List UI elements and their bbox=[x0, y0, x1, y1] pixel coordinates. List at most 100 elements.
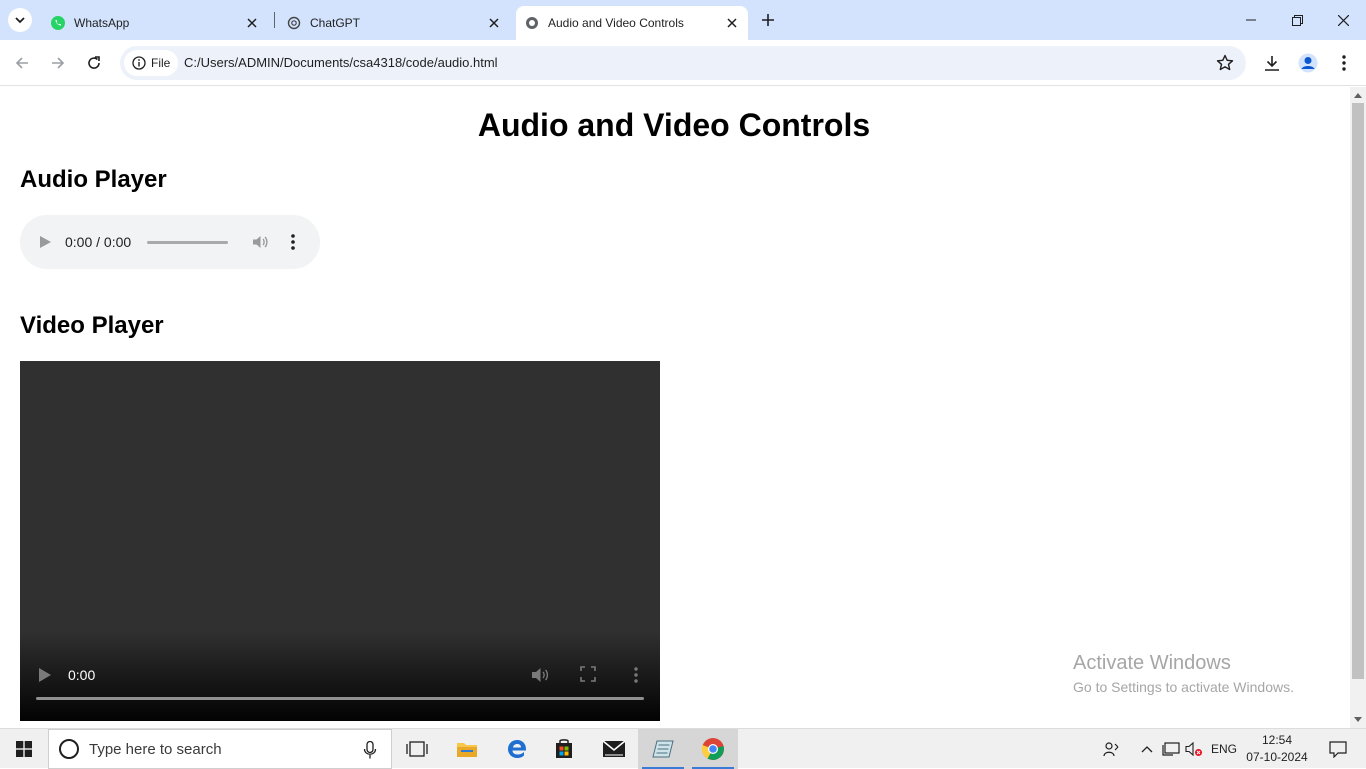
forward-button[interactable] bbox=[44, 49, 72, 77]
fullscreen-icon[interactable] bbox=[580, 666, 596, 682]
download-icon bbox=[1265, 56, 1279, 71]
minimize-button[interactable] bbox=[1228, 0, 1274, 40]
tab-chatgpt[interactable]: ChatGPT bbox=[278, 6, 510, 40]
windows-taskbar: Type here to search ENG 12:54 07-10-2024 bbox=[0, 728, 1366, 769]
watermark-title: Activate Windows bbox=[1073, 652, 1231, 674]
url-text[interactable]: C:/Users/ADMIN/Documents/csa4318/code/au… bbox=[184, 55, 498, 70]
scroll-up-button[interactable] bbox=[1350, 87, 1366, 103]
task-view-button[interactable] bbox=[392, 729, 442, 769]
task-view-icon bbox=[406, 741, 428, 757]
new-tab-button[interactable] bbox=[756, 8, 780, 32]
clock[interactable]: 12:54 07-10-2024 bbox=[1244, 732, 1310, 766]
microphone-icon[interactable] bbox=[363, 741, 377, 759]
edge-icon bbox=[508, 740, 527, 758]
clock-time: 12:54 bbox=[1261, 733, 1293, 747]
chrome-button[interactable] bbox=[688, 729, 738, 769]
tab-audio-video-controls[interactable]: Audio and Video Controls bbox=[516, 6, 748, 40]
plus-icon bbox=[762, 14, 774, 26]
mail-button[interactable] bbox=[589, 729, 639, 769]
people-button[interactable] bbox=[1100, 729, 1122, 769]
chevron-down-icon bbox=[15, 17, 25, 24]
audio-time: 0:00 / 0:00 bbox=[65, 234, 132, 250]
play-icon[interactable] bbox=[38, 667, 52, 683]
taskbar-search[interactable]: Type here to search bbox=[48, 729, 392, 769]
notification-icon bbox=[1329, 741, 1347, 758]
start-button[interactable] bbox=[0, 729, 48, 769]
network-button[interactable] bbox=[1160, 729, 1182, 769]
file-explorer-icon bbox=[457, 743, 477, 757]
watermark-subtitle: Go to Settings to activate Windows. bbox=[1073, 679, 1294, 695]
people-icon bbox=[1103, 742, 1119, 757]
restore-button[interactable] bbox=[1274, 0, 1320, 40]
tab-strip: WhatsApp ChatGPT Audio and Video Control… bbox=[0, 0, 1366, 40]
close-icon[interactable] bbox=[486, 15, 502, 31]
download-button[interactable] bbox=[1260, 51, 1284, 75]
restore-icon bbox=[1291, 14, 1303, 26]
notepad-button[interactable] bbox=[638, 729, 688, 769]
more-vertical-icon[interactable] bbox=[634, 667, 638, 683]
caret-down-icon bbox=[1354, 717, 1362, 722]
close-icon bbox=[1337, 14, 1349, 26]
tab-whatsapp[interactable]: WhatsApp bbox=[40, 6, 268, 40]
volume-tray-button[interactable] bbox=[1184, 729, 1204, 769]
browser-toolbar: File C:/Users/ADMIN/Documents/csa4318/co… bbox=[0, 40, 1366, 86]
arrow-left-icon bbox=[15, 57, 28, 69]
address-bar[interactable]: File C:/Users/ADMIN/Documents/csa4318/co… bbox=[120, 46, 1246, 80]
close-window-button[interactable] bbox=[1320, 0, 1366, 40]
page-content: Audio and Video Controls Audio Player 0:… bbox=[0, 87, 1350, 728]
search-placeholder: Type here to search bbox=[89, 740, 222, 758]
notepad-icon bbox=[652, 740, 674, 758]
video-time: 0:00 bbox=[68, 667, 96, 683]
tab-search-button[interactable] bbox=[8, 8, 32, 32]
scrollbar-thumb[interactable] bbox=[1352, 103, 1364, 679]
close-icon[interactable] bbox=[724, 15, 740, 31]
audio-progress-bar[interactable] bbox=[147, 240, 229, 244]
more-vertical-icon[interactable] bbox=[291, 234, 295, 250]
store-button[interactable] bbox=[539, 729, 589, 769]
clock-date: 07-10-2024 bbox=[1246, 750, 1308, 764]
file-explorer-button[interactable] bbox=[442, 729, 492, 769]
menu-button[interactable] bbox=[1332, 51, 1356, 75]
tab-title: ChatGPT bbox=[310, 16, 361, 30]
back-button[interactable] bbox=[8, 49, 36, 77]
network-icon bbox=[1162, 742, 1180, 756]
whatsapp-icon bbox=[50, 15, 66, 31]
profile-avatar-icon bbox=[1298, 53, 1318, 73]
show-hidden-icons-button[interactable] bbox=[1138, 729, 1156, 769]
page-title: Audio and Video Controls bbox=[477, 107, 871, 143]
volume-muted-icon bbox=[1185, 741, 1202, 757]
notifications-button[interactable] bbox=[1318, 729, 1358, 769]
windows-logo-icon bbox=[16, 741, 32, 757]
store-icon bbox=[556, 739, 572, 758]
arrow-right-icon bbox=[52, 57, 65, 69]
more-vertical-icon bbox=[1342, 55, 1346, 71]
tab-title: Audio and Video Controls bbox=[548, 16, 684, 30]
info-icon bbox=[132, 56, 146, 70]
video-progress-bar[interactable] bbox=[36, 697, 644, 700]
activate-windows-watermark: Activate Windows Go to Settings to activ… bbox=[1073, 652, 1294, 695]
chevron-up-icon bbox=[1141, 746, 1153, 753]
scroll-down-button[interactable] bbox=[1350, 712, 1366, 728]
audio-player[interactable]: 0:00 / 0:00 bbox=[20, 215, 320, 269]
chrome-icon bbox=[701, 738, 724, 760]
star-icon[interactable] bbox=[1216, 54, 1234, 72]
mail-icon bbox=[602, 740, 626, 757]
profile-button[interactable] bbox=[1296, 51, 1320, 75]
chip-label: File bbox=[151, 56, 171, 70]
video-player[interactable]: 0:00 bbox=[20, 361, 660, 721]
reload-button[interactable] bbox=[80, 49, 108, 77]
reload-icon bbox=[88, 56, 100, 69]
edge-button[interactable] bbox=[492, 729, 542, 769]
globe-icon bbox=[524, 15, 540, 31]
tab-separator bbox=[274, 12, 275, 28]
site-info-chip[interactable]: File bbox=[124, 50, 179, 76]
play-icon[interactable] bbox=[38, 235, 52, 249]
page-scrollbar[interactable] bbox=[1350, 87, 1366, 728]
volume-icon[interactable] bbox=[251, 233, 269, 251]
volume-icon[interactable] bbox=[530, 665, 550, 685]
close-icon[interactable] bbox=[244, 15, 260, 31]
video-heading: Video Player bbox=[20, 312, 164, 339]
video-controls: 0:00 bbox=[20, 651, 660, 721]
language-indicator[interactable]: ENG bbox=[1208, 729, 1240, 769]
caret-up-icon bbox=[1354, 93, 1362, 98]
